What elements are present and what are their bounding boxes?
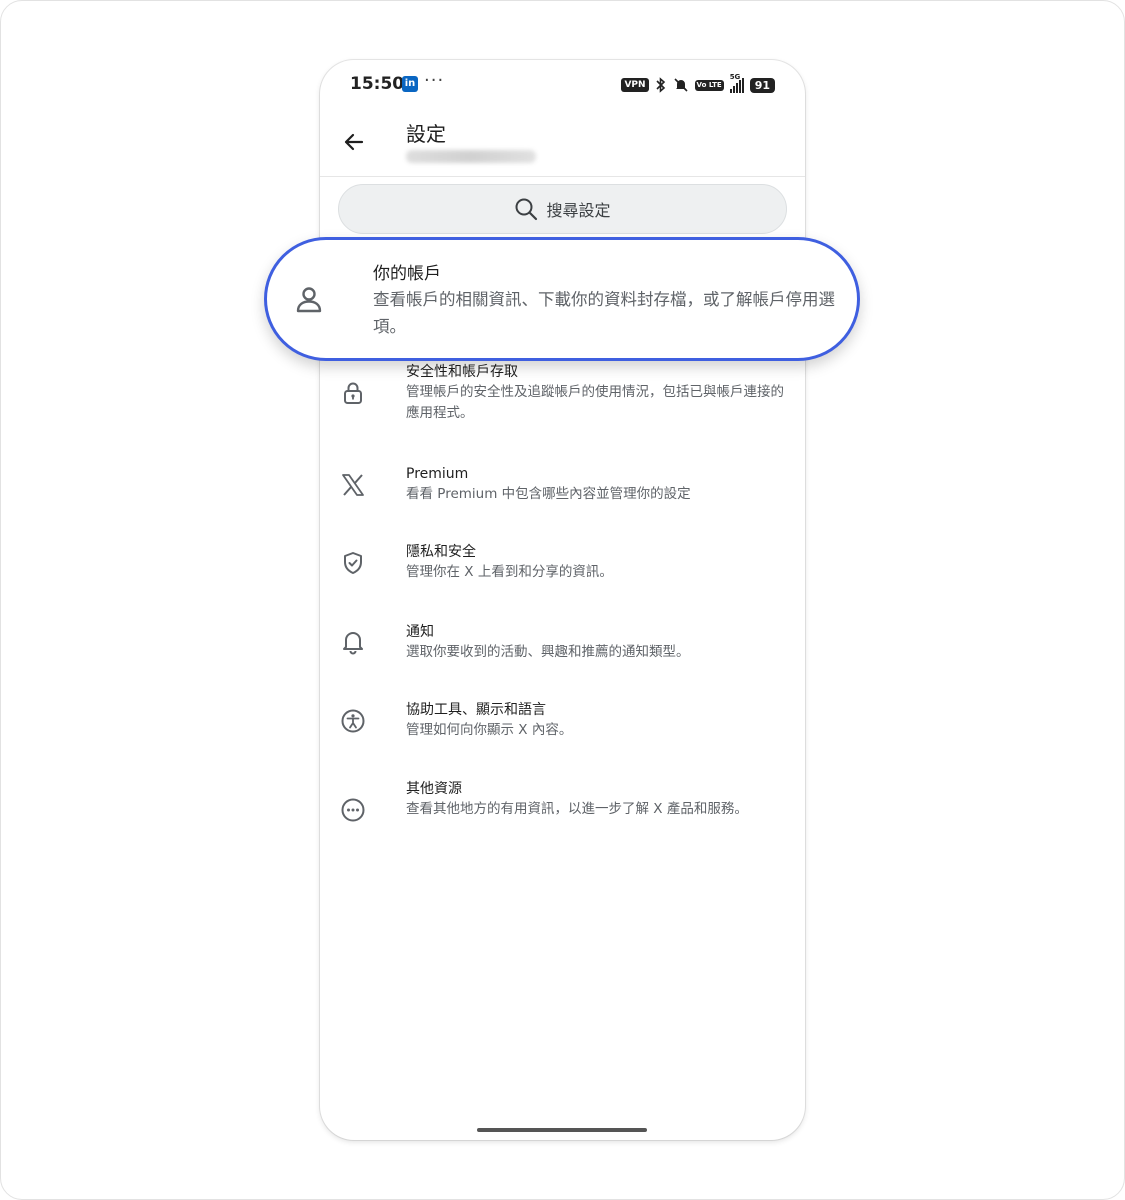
shield-check-icon — [344, 552, 362, 574]
person-icon — [296, 287, 322, 313]
settings-item-premium[interactable]: Premium 看看 Premium 中包含哪些內容並管理你的設定 — [320, 464, 805, 514]
mute-icon — [673, 78, 688, 92]
item-title: 協助工具、顯示和語言 — [406, 702, 546, 718]
item-description: 管理如何向你顯示 X 內容。 — [406, 722, 573, 738]
x-logo-icon — [342, 474, 364, 496]
bluetooth-icon — [655, 77, 665, 93]
account-handle-redacted — [406, 150, 536, 163]
item-title: 隱私和安全 — [406, 544, 476, 560]
lock-icon — [344, 382, 362, 404]
item-description: 查看其他地方的有用資訊，以進一步了解 X 產品和服務。 — [406, 801, 748, 817]
settings-item-notifications[interactable]: 通知 選取你要收到的活動、興趣和推薦的通知類型。 — [320, 622, 805, 672]
more-circle-icon — [341, 798, 365, 822]
search-settings-bar[interactable]: 搜尋設定 — [338, 184, 787, 234]
item-title: 安全性和帳戶存取 — [406, 364, 518, 380]
status-bar: 15:50 in ··· VPN Vo LTE 5G 91 — [320, 60, 805, 108]
settings-item-accessibility[interactable]: 協助工具、顯示和語言 管理如何向你顯示 X 內容。 — [320, 700, 805, 750]
vpn-icon: VPN — [621, 78, 649, 92]
item-title: 其他資源 — [406, 781, 462, 797]
settings-item-other-resources[interactable]: 其他資源 查看其他地方的有用資訊，以進一步了解 X 產品和服務。 — [320, 779, 805, 851]
item-title: 通知 — [406, 624, 434, 640]
phone-screen: 15:50 in ··· VPN Vo LTE 5G 91 設定 搜尋設定 安全… — [320, 60, 805, 1140]
linkedin-notification-icon: in — [402, 76, 418, 92]
signal-icon: 5G — [729, 73, 744, 93]
search-icon — [515, 198, 538, 221]
accessibility-icon — [341, 709, 365, 733]
item-title: 你的帳戶 — [373, 264, 441, 284]
battery-indicator: 91 — [749, 77, 775, 93]
more-notifications-icon: ··· — [424, 70, 445, 91]
item-description: 管理你在 X 上看到和分享的資訊。 — [406, 564, 613, 580]
item-description: 選取你要收到的活動、興趣和推薦的通知類型。 — [406, 644, 690, 660]
arrow-left-icon — [344, 133, 364, 151]
page-title: 設定 — [406, 122, 446, 146]
item-description: 看看 Premium 中包含哪些內容並管理你的設定 — [406, 486, 691, 502]
settings-item-your-account[interactable]: 你的帳戶 查看帳戶的相關資訊、下載你的資料封存檔，或了解帳戶停用選項。 — [264, 237, 860, 361]
app-bar: 設定 — [320, 108, 805, 177]
network-type-label: 5G — [729, 73, 741, 81]
item-description: 查看帳戶的相關資訊、下載你的資料封存檔，或了解帳戶停用選項。 — [373, 290, 835, 336]
status-time: 15:50 — [350, 74, 405, 94]
status-icons: VPN Vo LTE 5G 91 — [621, 73, 775, 94]
settings-item-privacy[interactable]: 隱私和安全 管理你在 X 上看到和分享的資訊。 — [320, 542, 805, 592]
item-title: Premium — [406, 466, 469, 482]
search-placeholder: 搜尋設定 — [546, 201, 611, 220]
bell-icon — [343, 632, 363, 655]
volte-icon: Vo LTE — [694, 79, 724, 91]
settings-item-security[interactable]: 安全性和帳戶存取 管理帳戶的安全性及追蹤帳戶的使用情況，包括已與帳戶連接的應用程… — [320, 362, 805, 434]
back-button[interactable] — [340, 128, 368, 156]
item-description: 管理帳戶的安全性及追蹤帳戶的使用情況，包括已與帳戶連接的應用程式。 — [406, 384, 784, 421]
home-indicator[interactable] — [477, 1128, 647, 1132]
